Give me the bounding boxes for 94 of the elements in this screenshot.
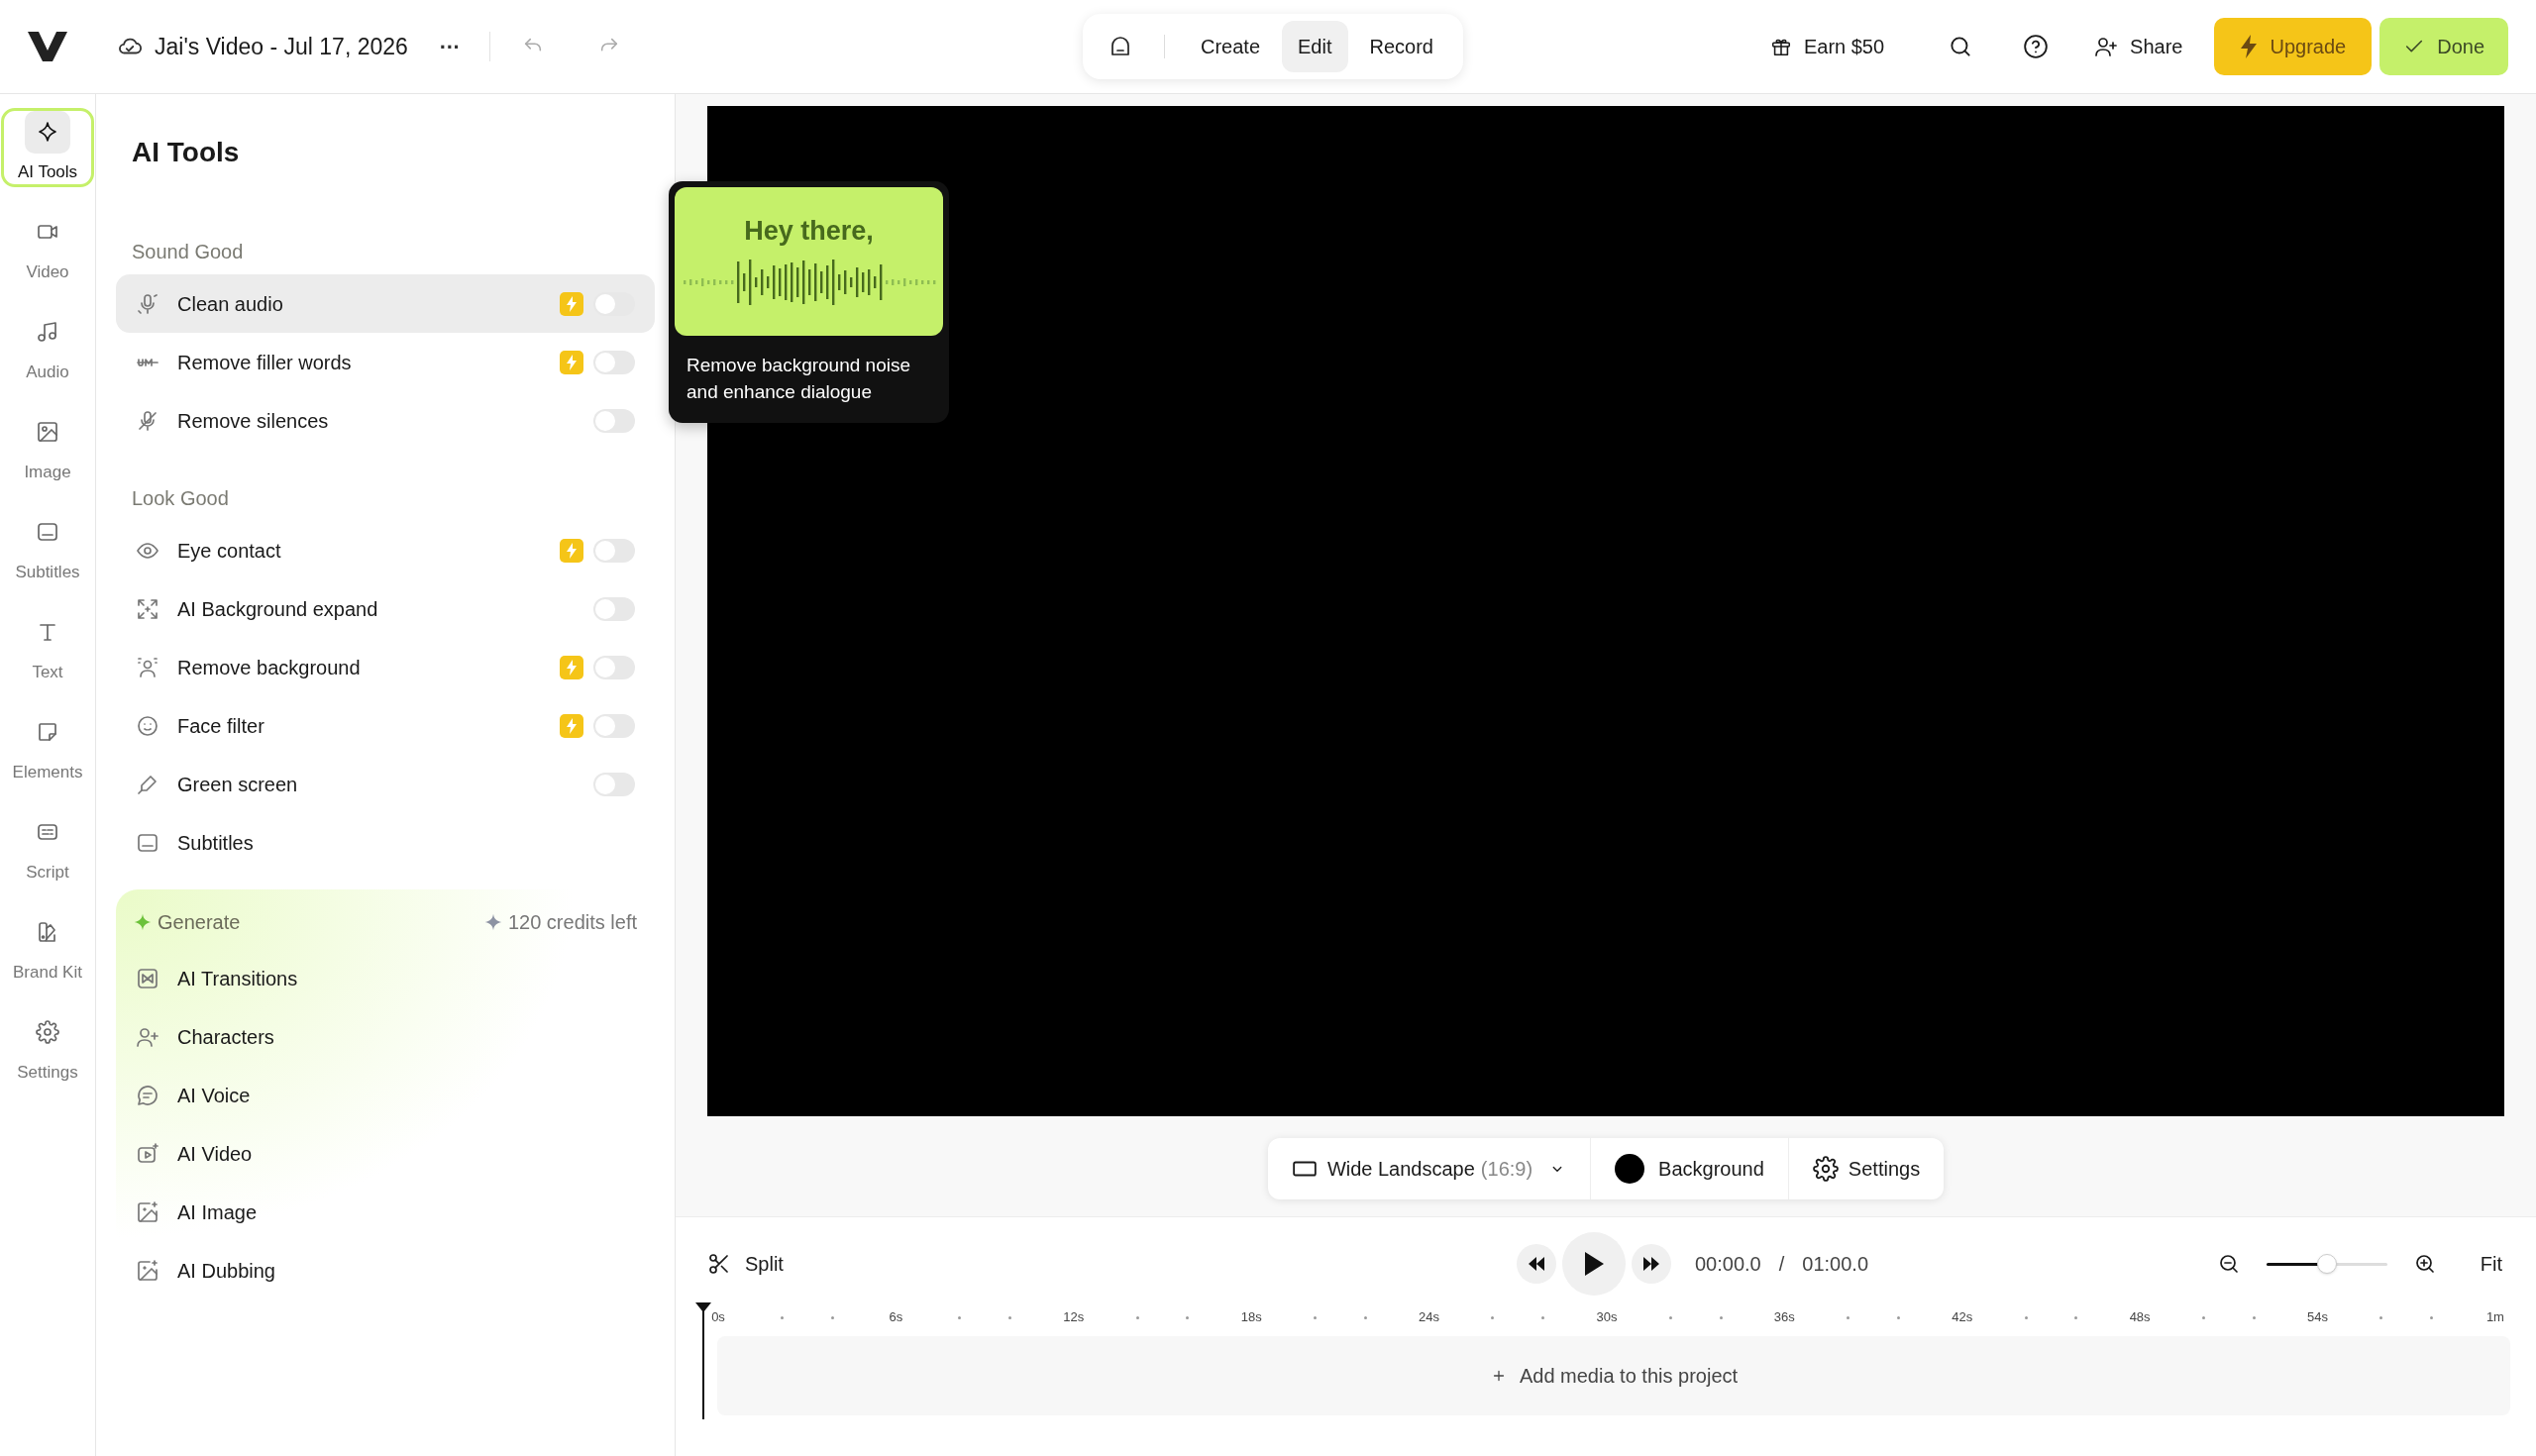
expand-icon — [136, 596, 159, 621]
upgrade-button[interactable]: Upgrade — [2214, 18, 2373, 75]
nav-item[interactable]: Subtitles — [1, 508, 94, 587]
scissors-icon — [707, 1252, 731, 1276]
fit-button[interactable]: Fit — [2480, 1249, 2502, 1279]
done-button[interactable]: Done — [2379, 18, 2508, 75]
nav-item[interactable]: AI Tools — [1, 108, 94, 187]
help-icon — [2023, 34, 2050, 59]
time-separator: / — [1778, 1252, 1785, 1277]
time-tick: 6s — [888, 1308, 904, 1327]
sparkle-icon — [36, 120, 59, 145]
settings-icon — [1812, 1156, 1839, 1182]
split-button[interactable]: Split — [695, 1241, 795, 1287]
nav-item[interactable]: Settings — [1, 1008, 94, 1088]
transition-icon — [136, 966, 159, 990]
slider-thumb[interactable] — [2316, 1254, 2337, 1274]
tool-row[interactable]: AI Video — [116, 1124, 655, 1183]
play-icon — [1583, 1251, 1605, 1277]
nav-item[interactable]: Audio — [1, 308, 94, 387]
logo[interactable] — [28, 32, 67, 61]
face-icon — [136, 713, 159, 738]
time-tick: 12s — [1062, 1308, 1086, 1327]
chat-bubble-icon — [136, 1083, 159, 1107]
earn-button[interactable]: Earn $50 — [1757, 19, 1897, 74]
section-heading: Generate — [158, 910, 241, 935]
mode-tab[interactable]: Create — [1185, 21, 1277, 72]
tooltip-text: Remove background noise and enhance dialogue — [686, 354, 912, 404]
section-heading: Look Good — [132, 487, 229, 509]
muted-microphone-icon — [136, 408, 159, 433]
media-track[interactable]: Add media to this project — [717, 1336, 2510, 1415]
lightning-icon — [2240, 35, 2259, 58]
project-title[interactable]: Jai's Video - Jul 17, 2026 — [155, 29, 408, 64]
time-tick: 18s — [1239, 1308, 1263, 1327]
color-swatch — [1615, 1154, 1645, 1184]
more-button[interactable]: ··· — [439, 30, 461, 63]
nav-item[interactable]: Image — [1, 408, 94, 487]
tool-row[interactable]: Clean audio — [116, 274, 655, 333]
image-icon — [36, 420, 59, 445]
time-tick: 30s — [1595, 1308, 1619, 1327]
rewind-icon — [1528, 1257, 1545, 1271]
sparkle-icon — [134, 913, 152, 931]
nav-item[interactable]: Script — [1, 808, 94, 887]
nav-item[interactable]: Brand Kit — [1, 908, 94, 988]
current-time: 00:00.0 — [1695, 1252, 1761, 1277]
section-heading: Sound Good — [132, 241, 244, 262]
time-tick: 42s — [1951, 1308, 1974, 1327]
settings-icon — [36, 1020, 59, 1045]
time-tick: 0s — [710, 1308, 726, 1327]
zoom-slider[interactable] — [2266, 1253, 2387, 1275]
panel-title: AI Tools — [132, 136, 241, 169]
filler-words-icon — [137, 357, 158, 367]
time-tick: 24s — [1418, 1308, 1441, 1327]
time-tick: 1m — [2484, 1308, 2505, 1327]
tool-row[interactable]: Subtitles — [116, 813, 655, 872]
home-icon — [1109, 35, 1132, 58]
preview-heading: Hey there, — [744, 215, 874, 248]
image-sparkle-icon — [136, 1199, 159, 1224]
share-button[interactable]: Share — [2084, 19, 2193, 74]
nav-item[interactable]: Text — [1, 608, 94, 687]
tool-row[interactable]: Remove silences — [116, 391, 655, 450]
rewind-button[interactable] — [1517, 1244, 1556, 1284]
tool-row[interactable]: AI Transitions — [116, 949, 655, 1007]
time-tick: 36s — [1772, 1308, 1796, 1327]
tool-row[interactable]: AI Image — [116, 1183, 655, 1241]
time-tick: 54s — [2306, 1308, 2329, 1327]
mode-tab[interactable]: Record — [1353, 21, 1449, 72]
playhead[interactable] — [693, 1302, 713, 1419]
fast-forward-button[interactable] — [1632, 1244, 1671, 1284]
tool-row[interactable]: Face filter — [116, 696, 655, 755]
fast-forward-icon — [1642, 1257, 1660, 1271]
person-icon — [136, 655, 159, 679]
sparkle-icon — [483, 913, 502, 931]
image-sparkle-icon — [136, 1258, 159, 1283]
tool-row[interactable]: Eye contact — [116, 521, 655, 579]
tool-row[interactable]: Green screen — [116, 755, 655, 813]
add-user-icon — [2094, 35, 2119, 58]
microphone-icon — [136, 291, 159, 316]
time-tick: 48s — [2128, 1308, 2152, 1327]
tool-row[interactable]: AI Dubbing — [116, 1241, 655, 1300]
tool-row[interactable]: AI Voice — [116, 1066, 655, 1124]
nav-item[interactable]: Video — [1, 208, 94, 287]
aspect-ratio-dropdown[interactable]: Wide Landscape (16:9) — [1267, 1138, 1592, 1199]
background-button[interactable]: Background — [1591, 1138, 1789, 1199]
settings-button[interactable]: Settings — [1788, 1138, 1945, 1199]
mode-tab[interactable]: Edit — [1282, 21, 1348, 72]
credits-left: 120 credits left — [507, 910, 637, 935]
tool-row[interactable]: Remove background — [116, 638, 655, 696]
video-sparkle-icon — [136, 1141, 159, 1166]
tool-row[interactable]: Remove filler words — [116, 333, 655, 391]
music-note-icon — [36, 320, 59, 345]
tool-row[interactable]: Characters — [116, 1007, 655, 1066]
total-time: 01:00.0 — [1802, 1252, 1869, 1277]
nav-item[interactable]: Elements — [1, 708, 94, 787]
tool-row[interactable]: AI Background expand — [116, 579, 655, 638]
